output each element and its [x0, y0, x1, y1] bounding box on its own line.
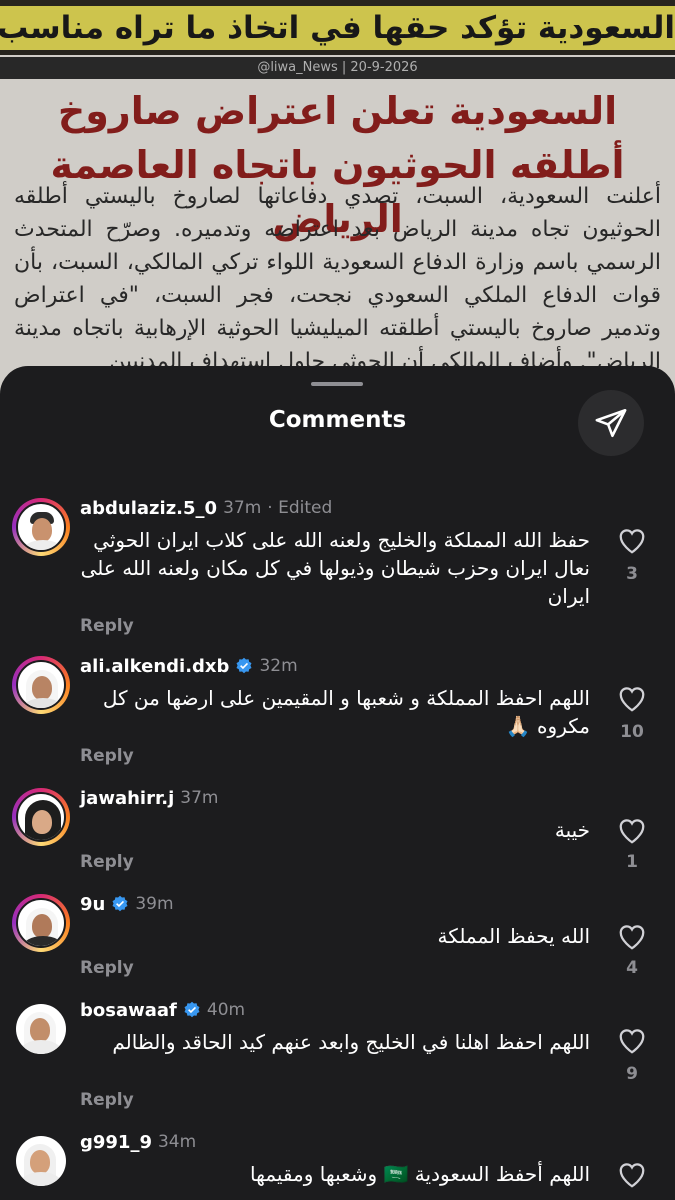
background-post: السعودية تؤكد حقها في اتخاذ ما تراه مناس… [0, 0, 675, 400]
heart-icon[interactable] [616, 1160, 648, 1190]
comment-time: 34m [157, 1132, 197, 1152]
edited-label: · Edited [267, 498, 333, 518]
reply-button[interactable]: Reply [80, 1090, 134, 1110]
reply-button[interactable]: Reply [80, 958, 134, 978]
send-icon [595, 408, 627, 438]
like-count: 9 [626, 1064, 638, 1084]
like-count: 4 [626, 958, 638, 978]
verified-badge-icon [236, 657, 252, 674]
comment-time: 37m [223, 498, 262, 518]
sheet-drag-handle[interactable] [311, 382, 363, 386]
comment-text: اللهم احفظ المملكة و شعبها و المقيمين عل… [102, 686, 590, 738]
username[interactable]: jawahirr.j [80, 788, 174, 809]
avatar [16, 792, 66, 842]
like-count: 1 [626, 852, 638, 872]
comment-header: ali.alkendi.dxb 32m [80, 654, 298, 678]
heart-icon[interactable] [616, 526, 648, 556]
comment-time: 40m [206, 1000, 246, 1020]
comments-sheet: Comments abdulaziz.5_0 37m · Edited حفظ … [0, 366, 675, 1200]
heart-icon[interactable] [616, 816, 648, 846]
comment-header: g991_9 34m [80, 1130, 196, 1154]
username[interactable]: abdulaziz.5_0 [80, 498, 217, 519]
verified-badge-icon [184, 1001, 200, 1018]
avatar [16, 898, 66, 948]
avatar [16, 1004, 66, 1054]
comment-header: jawahirr.j 37m [80, 786, 218, 810]
verified-badge-icon [112, 895, 128, 912]
comment-time: 37m [180, 788, 219, 808]
reply-button[interactable]: Reply [80, 746, 134, 766]
username[interactable]: bosawaaf [80, 1000, 177, 1021]
story-ring[interactable] [12, 788, 70, 846]
heart-icon[interactable] [616, 684, 648, 714]
comment-text: اللهم أحفظ السعودية 🇸🇦 وشعبها ومقيمها [250, 1162, 590, 1186]
reply-button[interactable]: Reply [80, 852, 134, 872]
story-ring[interactable] [12, 894, 70, 952]
heart-icon[interactable] [616, 1026, 648, 1056]
comment-text: الله يحفظ المملكة [437, 924, 590, 948]
avatar [16, 1136, 66, 1186]
story-ring[interactable] [12, 498, 70, 556]
comment-text: خيبة [554, 818, 590, 842]
background-dim [0, 0, 675, 400]
comment-text: حفظ الله المملكة والخليج ولعنه الله على … [80, 528, 590, 608]
comment-text: اللهم احفظ اهلنا في الخليج وابعد عنهم كي… [112, 1030, 590, 1054]
username[interactable]: ali.alkendi.dxb [80, 656, 229, 677]
reply-button[interactable]: Reply [80, 616, 134, 636]
comment-time: 32m [259, 656, 298, 676]
avatar [16, 660, 66, 710]
story-ring[interactable] [12, 656, 70, 714]
username[interactable]: 9u [80, 894, 105, 915]
username[interactable]: g991_9 [80, 1132, 152, 1153]
sheet-title: Comments [268, 407, 407, 433]
comment-time: 39m [135, 894, 174, 914]
like-count: 10 [620, 722, 644, 742]
heart-icon[interactable] [616, 922, 648, 952]
avatar-container[interactable] [12, 1000, 70, 1058]
comment-header: abdulaziz.5_0 37m · Edited [80, 496, 332, 520]
share-button[interactable] [578, 390, 644, 456]
avatar [16, 502, 66, 552]
like-count: 3 [626, 564, 638, 584]
comment-header: 9u 39m [80, 892, 174, 916]
comment-header: bosawaaf 40m [80, 998, 245, 1022]
avatar-container[interactable] [12, 1132, 70, 1190]
